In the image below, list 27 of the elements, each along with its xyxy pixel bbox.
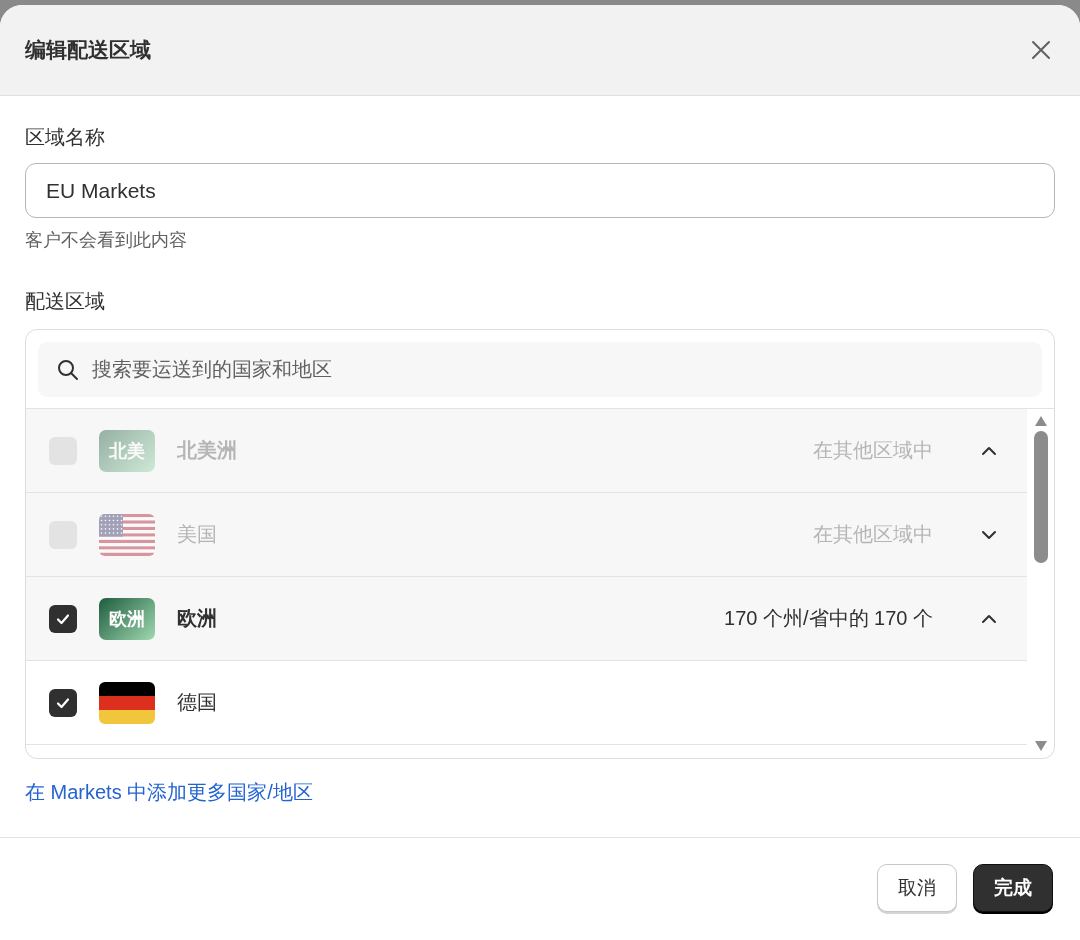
add-countries-link[interactable]: 在 Markets 中添加更多国家/地区: [25, 779, 313, 806]
row-status: 在其他区域中: [813, 438, 933, 463]
input-field[interactable]: EU Markets: [25, 163, 1055, 218]
done-button[interactable]: 完成: [973, 864, 1053, 912]
row-label: 美国: [177, 522, 218, 547]
row-status: 在其他区域中: [813, 522, 933, 547]
row-label: 北美洲: [177, 438, 238, 463]
region-badge: 北美: [99, 429, 155, 472]
region-badge: 欧洲: [99, 597, 155, 640]
close-icon: [1030, 39, 1052, 61]
search-field[interactable]: 搜索要运送到的国家和地区: [38, 342, 1042, 397]
scroll-up-icon: [1033, 415, 1048, 427]
help-text: 客户不会看到此内容: [25, 229, 188, 252]
scroll-down-icon: [1033, 740, 1048, 752]
row-status: 170 个州/省中的 170 个: [724, 606, 933, 631]
section-label: 配送区域: [25, 289, 106, 314]
row-label: 欧洲: [177, 606, 218, 631]
checkbox[interactable]: [49, 688, 77, 717]
scrollbar-thumb[interactable]: [1033, 431, 1048, 563]
row-label: 德国: [177, 690, 218, 715]
checkbox[interactable]: [49, 604, 77, 633]
dialog-title: 编辑配送区域: [25, 37, 151, 63]
field-label: 区域名称: [25, 125, 106, 150]
cancel-button[interactable]: 取消: [877, 864, 957, 912]
flag-icon: [99, 513, 155, 556]
flag-icon: [99, 681, 155, 724]
list-row[interactable]: 欧洲 欧洲 170 个州/省中的 170 个: [26, 577, 1027, 661]
